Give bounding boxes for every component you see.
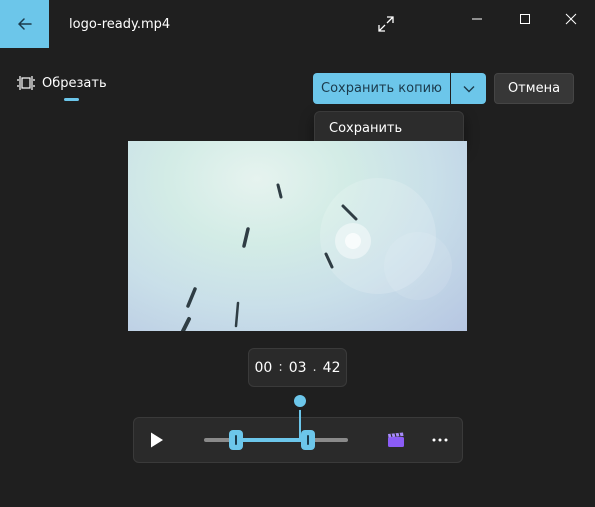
minimize-icon [472, 18, 482, 20]
menu-item-save[interactable]: Сохранить [329, 121, 402, 136]
arrow-left-icon [17, 18, 32, 30]
cancel-button[interactable]: Отмена [494, 73, 574, 104]
timestamp-separator: . [312, 360, 317, 375]
trim-icon [17, 76, 35, 90]
video-editor-window: logo-ready.mp4 Обрезать Сохранить копию … [0, 0, 595, 507]
maximize-icon [520, 14, 530, 24]
clapperboard-icon[interactable] [387, 432, 405, 448]
play-icon [151, 432, 163, 448]
expand-icon[interactable] [377, 15, 395, 33]
trim-tool[interactable]: Обрезать [16, 75, 107, 91]
playhead-handle[interactable] [294, 395, 306, 407]
trim-end-handle[interactable] [301, 430, 315, 450]
timestamp-frames: 42 [322, 359, 341, 376]
timestamp-hours: 00 [254, 359, 273, 376]
video-preview [128, 141, 467, 331]
window-title: logo-ready.mp4 [69, 17, 171, 32]
trim-selection [236, 438, 308, 442]
save-copy-button[interactable]: Сохранить копию [313, 73, 450, 104]
timestamp-display: 00 : 03 . 42 [248, 348, 347, 387]
back-button[interactable] [0, 0, 49, 48]
more-options-button[interactable] [430, 432, 450, 448]
save-options-button[interactable] [451, 73, 486, 104]
active-tool-indicator [64, 98, 79, 101]
chevron-down-icon [463, 85, 474, 92]
trim-start-handle[interactable] [229, 430, 243, 450]
trim-label: Обрезать [42, 75, 107, 91]
close-icon [565, 13, 577, 25]
playhead-line [299, 406, 301, 439]
play-button[interactable] [149, 431, 165, 449]
timestamp-separator: : [278, 360, 283, 375]
more-icon [432, 438, 448, 442]
minimize-button[interactable] [465, 9, 489, 29]
close-button[interactable] [559, 9, 583, 29]
maximize-button[interactable] [513, 9, 537, 29]
timestamp-minutes: 03 [288, 359, 307, 376]
